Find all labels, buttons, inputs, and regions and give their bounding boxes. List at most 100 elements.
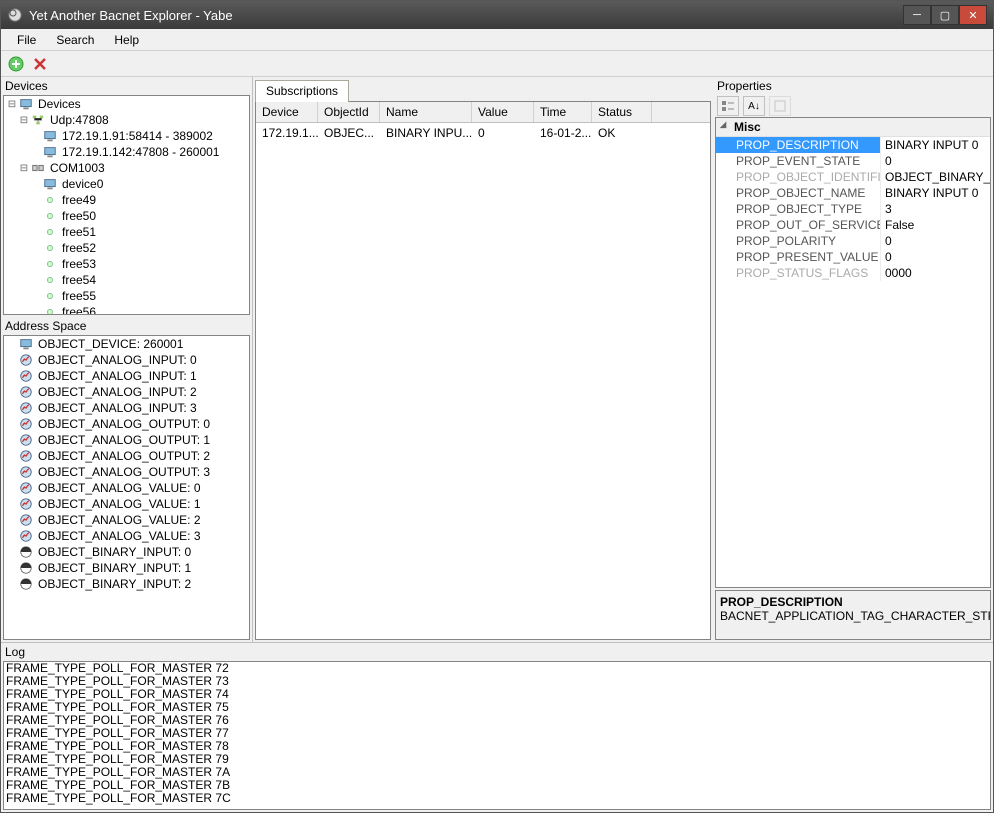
node-icon: [42, 272, 58, 288]
address-item[interactable]: OBJECT_ANALOG_INPUT: 2: [4, 384, 249, 400]
prop-row[interactable]: PROP_PRESENT_VALUE0: [716, 249, 990, 265]
node-icon: [42, 208, 58, 224]
grid-row[interactable]: 172.19.1... OBJEC... BINARY INPU... 0 16…: [256, 123, 710, 143]
object-icon: [18, 336, 34, 352]
maximize-button[interactable]: ▢: [931, 5, 959, 25]
address-item[interactable]: OBJECT_ANALOG_OUTPUT: 0: [4, 416, 249, 432]
address-item[interactable]: OBJECT_ANALOG_OUTPUT: 1: [4, 432, 249, 448]
prop-name: PROP_DESCRIPTION: [716, 137, 881, 153]
prop-value[interactable]: 0: [881, 249, 990, 265]
object-icon: [18, 528, 34, 544]
log-label: Log: [1, 643, 993, 661]
col-time[interactable]: Time: [534, 102, 592, 122]
object-icon: [18, 464, 34, 480]
add-button[interactable]: [7, 55, 25, 73]
address-item[interactable]: OBJECT_ANALOG_OUTPUT: 3: [4, 464, 249, 480]
prop-name: PROP_OBJECT_TYPE: [716, 201, 881, 217]
address-item[interactable]: OBJECT_DEVICE: 260001: [4, 336, 249, 352]
tree-free54[interactable]: free54: [4, 272, 249, 288]
devices-tree[interactable]: ⊟Devices ⊟Udp:47808 172.19.1.91:58414 - …: [3, 95, 250, 315]
menu-file[interactable]: File: [7, 31, 46, 49]
tree-free51[interactable]: free51: [4, 224, 249, 240]
prop-value[interactable]: OBJECT_BINARY_I: [881, 169, 990, 185]
prop-row[interactable]: PROP_DESCRIPTIONBINARY INPUT 0: [716, 137, 990, 153]
app-icon: [7, 7, 23, 23]
object-icon: [18, 384, 34, 400]
col-name[interactable]: Name: [380, 102, 472, 122]
address-space-label: Address Space: [1, 317, 252, 335]
node-icon: [42, 256, 58, 272]
object-icon: [18, 352, 34, 368]
prop-value[interactable]: BINARY INPUT 0: [881, 185, 990, 201]
address-item[interactable]: OBJECT_ANALOG_VALUE: 1: [4, 496, 249, 512]
close-button[interactable]: ✕: [959, 5, 987, 25]
prop-row[interactable]: PROP_STATUS_FLAGS0000: [716, 265, 990, 281]
object-icon: [18, 448, 34, 464]
address-item[interactable]: OBJECT_ANALOG_VALUE: 2: [4, 512, 249, 528]
minimize-button[interactable]: ─: [903, 5, 931, 25]
prop-value[interactable]: False: [881, 217, 990, 233]
object-icon: [18, 400, 34, 416]
address-item[interactable]: OBJECT_ANALOG_VALUE: 3: [4, 528, 249, 544]
address-space-tree[interactable]: OBJECT_DEVICE: 260001OBJECT_ANALOG_INPUT…: [3, 335, 250, 640]
address-item[interactable]: OBJECT_ANALOG_INPUT: 3: [4, 400, 249, 416]
prop-row[interactable]: PROP_OUT_OF_SERVICEFalse: [716, 217, 990, 233]
object-icon: [18, 480, 34, 496]
tree-free55[interactable]: free55: [4, 288, 249, 304]
categorized-button[interactable]: [717, 96, 739, 116]
tab-subscriptions[interactable]: Subscriptions: [255, 80, 349, 102]
window-controls: ─ ▢ ✕: [903, 5, 987, 25]
address-item[interactable]: OBJECT_BINARY_INPUT: 2: [4, 576, 249, 592]
tree-free49[interactable]: free49: [4, 192, 249, 208]
prop-value[interactable]: 0: [881, 233, 990, 249]
tree-udp[interactable]: ⊟Udp:47808: [4, 112, 249, 128]
tree-free53[interactable]: free53: [4, 256, 249, 272]
tree-free52[interactable]: free52: [4, 240, 249, 256]
address-item[interactable]: OBJECT_ANALOG_OUTPUT: 2: [4, 448, 249, 464]
col-value[interactable]: Value: [472, 102, 534, 122]
menubar: File Search Help: [1, 29, 993, 51]
tree-device0[interactable]: device0: [4, 176, 249, 192]
menu-search[interactable]: Search: [46, 31, 104, 49]
prop-row[interactable]: PROP_OBJECT_NAMEBINARY INPUT 0: [716, 185, 990, 201]
subscriptions-grid[interactable]: Device ObjectId Name Value Time Status 1…: [255, 101, 711, 640]
address-item[interactable]: OBJECT_ANALOG_INPUT: 1: [4, 368, 249, 384]
prop-row[interactable]: PROP_EVENT_STATE0: [716, 153, 990, 169]
prop-value[interactable]: BINARY INPUT 0: [881, 137, 990, 153]
object-icon: [18, 512, 34, 528]
window-title: Yet Another Bacnet Explorer - Yabe: [29, 8, 903, 23]
prop-value[interactable]: 0: [881, 153, 990, 169]
prop-row[interactable]: PROP_OBJECT_IDENTIFIEROBJECT_BINARY_I: [716, 169, 990, 185]
object-icon: [18, 416, 34, 432]
property-pages-button[interactable]: [769, 96, 791, 116]
property-grid[interactable]: Misc PROP_DESCRIPTIONBINARY INPUT 0PROP_…: [715, 117, 991, 588]
delete-button[interactable]: [31, 55, 49, 73]
tree-free56[interactable]: free56: [4, 304, 249, 315]
tree-com[interactable]: ⊟COM1003: [4, 160, 249, 176]
log-body[interactable]: FRAME_TYPE_POLL_FOR_MASTER 72 FRAME_TYPE…: [3, 661, 991, 810]
tree-free50[interactable]: free50: [4, 208, 249, 224]
prop-value[interactable]: 0000: [881, 265, 990, 281]
address-item[interactable]: OBJECT_ANALOG_VALUE: 0: [4, 480, 249, 496]
titlebar[interactable]: Yet Another Bacnet Explorer - Yabe ─ ▢ ✕: [1, 1, 993, 29]
address-item[interactable]: OBJECT_BINARY_INPUT: 1: [4, 560, 249, 576]
prop-category-misc[interactable]: Misc: [716, 118, 990, 137]
properties-label: Properties: [713, 77, 993, 95]
tree-dev2[interactable]: 172.19.1.142:47808 - 260001: [4, 144, 249, 160]
col-objectid[interactable]: ObjectId: [318, 102, 380, 122]
prop-name: PROP_OUT_OF_SERVICE: [716, 217, 881, 233]
prop-row[interactable]: PROP_OBJECT_TYPE3: [716, 201, 990, 217]
prop-name: PROP_OBJECT_IDENTIFIER: [716, 169, 881, 185]
menu-help[interactable]: Help: [104, 31, 149, 49]
col-status[interactable]: Status: [592, 102, 652, 122]
prop-value[interactable]: 3: [881, 201, 990, 217]
prop-row[interactable]: PROP_POLARITY0: [716, 233, 990, 249]
center-column: Subscriptions Device ObjectId Name Value…: [253, 77, 713, 642]
tree-dev1[interactable]: 172.19.1.91:58414 - 389002: [4, 128, 249, 144]
log-panel: Log FRAME_TYPE_POLL_FOR_MASTER 72 FRAME_…: [1, 642, 993, 812]
col-device[interactable]: Device: [256, 102, 318, 122]
alphabetical-button[interactable]: A↓: [743, 96, 765, 116]
tree-root[interactable]: ⊟Devices: [4, 96, 249, 112]
address-item[interactable]: OBJECT_BINARY_INPUT: 0: [4, 544, 249, 560]
address-item[interactable]: OBJECT_ANALOG_INPUT: 0: [4, 352, 249, 368]
